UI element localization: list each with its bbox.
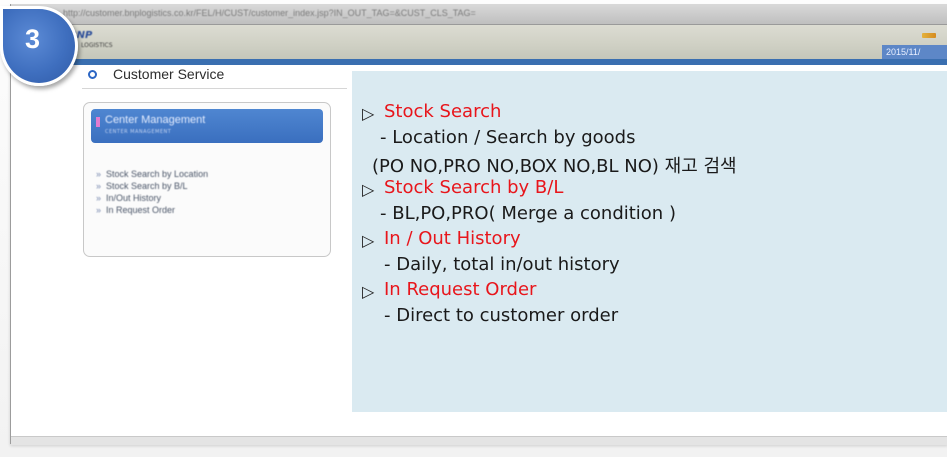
feature-heading-text: In Request Order (384, 279, 537, 300)
sidebar-item-label: Stock Search by B/L (106, 181, 188, 191)
triangle-right-icon: ▷ (362, 104, 375, 123)
app-header: BNP LOGISTICS 2015/11/ (11, 25, 947, 65)
side-menu-subtitle: CENTER MANAGEMENT (105, 129, 172, 135)
side-menu-header[interactable]: Center Management CENTER MANAGEMENT (91, 109, 323, 143)
url-text[interactable]: http://customer.bnplogistics.co.kr/FEL/H… (63, 8, 476, 18)
triangle-right-icon: ▷ (362, 231, 375, 250)
section-divider (82, 88, 347, 89)
feature-detail: - BL,PO,PRO( Merge a condition ) (380, 203, 676, 224)
feature-heading-in-out-history: ▷ In / Out History (362, 228, 737, 254)
sidebar-item-label: In Request Order (106, 205, 176, 215)
header-stripe (11, 59, 947, 65)
sidebar-item-in-request-order[interactable]: » In Request Order (96, 205, 208, 217)
feature-detail: (PO NO,PRO NO,BOX NO,BL NO) 재고 검색 (372, 156, 737, 177)
feature-detail: - Location / Search by goods (380, 127, 636, 148)
address-bar[interactable]: http://customer.bnplogistics.co.kr/FEL/H… (11, 4, 947, 25)
feature-heading-text: Stock Search (384, 101, 502, 122)
double-arrow-icon: » (96, 205, 102, 215)
logo-subtitle: LOGISTICS (81, 42, 113, 49)
feature-detail: - Direct to customer order (384, 305, 619, 326)
sidebar-item-label: Stock Search by Location (106, 169, 209, 179)
sidebar-item-in-out-history[interactable]: » In/Out History (96, 193, 208, 205)
side-menu-list: » Stock Search by Location » Stock Search … (96, 169, 208, 217)
triangle-right-icon: ▷ (362, 180, 375, 199)
info-panel: ▷ Stock Search - Location / Search by goo… (352, 71, 947, 412)
sidebar-item-label: In/Out History (106, 193, 162, 203)
step-badge: 3 (0, 6, 78, 86)
feature-list: ▷ Stock Search - Location / Search by goo… (362, 101, 737, 330)
radio-bullet-icon (88, 70, 97, 79)
section-title: Customer Service (113, 66, 225, 82)
triangle-right-icon: ▷ (362, 282, 375, 301)
step-number: 3 (25, 24, 41, 54)
header-marker-icon (96, 117, 100, 127)
side-menu-title: Center Management (105, 114, 206, 126)
sidebar-item-stock-search-by-location[interactable]: » Stock Search by Location (96, 169, 208, 181)
double-arrow-icon: » (96, 169, 102, 179)
header-menu-icon[interactable] (922, 33, 936, 38)
feature-heading-text: Stock Search by B/L (384, 177, 564, 198)
feature-detail: - Daily, total in/out history (384, 254, 620, 275)
feature-heading-stock-search-bl: ▷ Stock Search by B/L (362, 177, 737, 203)
date-badge: 2015/11/ (882, 45, 947, 59)
side-menu: Center Management CENTER MANAGEMENT » Sto… (83, 102, 331, 257)
feature-heading-in-request-order: ▷ In Request Order (362, 279, 737, 305)
feature-heading-stock-search: ▷ Stock Search (362, 101, 737, 127)
double-arrow-icon: » (96, 193, 102, 203)
double-arrow-icon: » (96, 181, 102, 191)
sidebar-item-stock-search-by-bl[interactable]: » Stock Search by B/L (96, 181, 208, 193)
status-bar (11, 436, 947, 445)
feature-heading-text: In / Out History (384, 228, 521, 249)
